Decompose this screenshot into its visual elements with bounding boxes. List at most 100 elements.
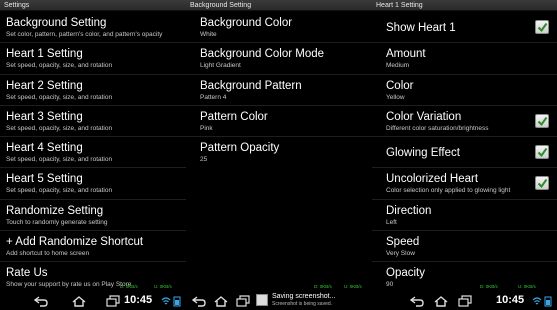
item-subtitle: Pink: [200, 124, 213, 132]
uncolorized-heart-item[interactable]: Uncolorized Heart Color selection only a…: [372, 168, 557, 200]
checkmark-icon: [537, 179, 548, 189]
add-randomize-shortcut-item[interactable]: + Add Randomize Shortcut Add shortcut to…: [0, 231, 186, 263]
clock: 10:45: [124, 294, 153, 306]
system-navbar: D: 0KB/s U: 0KB/s 10:45: [372, 284, 557, 310]
item-title: + Add Randomize Shortcut: [6, 236, 144, 249]
randomize-setting-item[interactable]: Randomize Setting Touch to randomly gene…: [0, 200, 186, 232]
color-variation-item[interactable]: Color Variation Different color saturati…: [372, 106, 557, 138]
item-title: Glowing Effect: [386, 147, 460, 160]
settings-panel: Settings Background Setting Set color, p…: [0, 0, 186, 310]
image-icon: [256, 294, 268, 306]
heart4-setting-item[interactable]: Heart 4 Setting Set speed, opacity, size…: [0, 137, 186, 169]
item-subtitle: Yellow: [386, 93, 405, 101]
glowing-effect-checkbox[interactable]: [535, 145, 549, 160]
item-subtitle: Very Slow: [386, 250, 415, 258]
heart3-setting-item[interactable]: Heart 3 Setting Set speed, opacity, size…: [0, 106, 186, 138]
clock: 10:45: [496, 294, 525, 306]
item-title: Heart 2 Setting: [6, 79, 83, 92]
pattern-opacity-item[interactable]: Pattern Opacity 25: [186, 137, 372, 168]
back-icon[interactable]: [34, 295, 48, 307]
item-subtitle: Pattern 4: [200, 93, 227, 101]
item-title: Randomize Setting: [6, 204, 104, 217]
item-subtitle: Set speed, opacity, size, and rotation: [6, 124, 113, 132]
heart1-setting-title: Heart 1 Setting: [372, 0, 557, 11]
item-title: Uncolorized Heart: [386, 173, 479, 186]
recent-apps-icon[interactable]: [236, 295, 250, 307]
item-subtitle: Set color, pattern, pattern's color, and…: [6, 31, 163, 38]
settings-list: Background Setting Set color, pattern, p…: [0, 12, 186, 294]
item-title: Heart 3 Setting: [6, 110, 83, 123]
back-icon[interactable]: [192, 295, 206, 307]
item-title: Color: [386, 79, 414, 92]
item-subtitle: Set speed, opacity, size, and rotation: [6, 187, 113, 195]
checkmark-icon: [537, 22, 548, 33]
background-setting-list: Background Color White Background Color …: [186, 12, 372, 168]
item-subtitle: Set speed, opacity, size, and rotation: [6, 156, 113, 164]
heart5-setting-item[interactable]: Heart 5 Setting Set speed, opacity, size…: [0, 168, 186, 200]
item-title: Color Variation: [386, 110, 462, 123]
item-subtitle: Light Gradient: [200, 62, 241, 70]
net-download: D: 0KB/s: [314, 284, 332, 289]
system-navbar: Saving screenshot... Screenshot is being…: [186, 284, 372, 310]
speed-item[interactable]: Speed Very Slow: [372, 231, 557, 263]
net-download: D: 0KB/s: [120, 284, 138, 289]
item-subtitle: 25: [200, 156, 208, 164]
item-subtitle: Left: [386, 218, 397, 226]
home-icon[interactable]: [434, 295, 448, 307]
settings-title: Settings: [0, 0, 186, 11]
background-color-mode-item[interactable]: Background Color Mode Light Gradient: [186, 43, 372, 75]
item-subtitle: White: [200, 31, 217, 38]
show-heart1-checkbox[interactable]: [535, 20, 549, 34]
wifi-icon: [161, 297, 171, 305]
amount-item[interactable]: Amount Medium: [372, 43, 557, 75]
color-variation-checkbox[interactable]: [535, 113, 549, 128]
wifi-icon: [532, 297, 542, 305]
background-setting-item[interactable]: Background Setting Set color, pattern, p…: [0, 12, 186, 44]
heart1-setting-item[interactable]: Heart 1 Setting Set speed, opacity, size…: [0, 43, 186, 75]
background-pattern-item[interactable]: Background Pattern Pattern 4: [186, 75, 372, 106]
item-title: Direction: [386, 204, 432, 217]
checkmark-icon: [537, 116, 548, 126]
background-setting-panel: Background Setting Background Color Whit…: [186, 0, 372, 310]
direction-item[interactable]: Direction Left: [372, 200, 557, 232]
color-item[interactable]: Color Yellow: [372, 75, 557, 106]
item-title: Pattern Color: [200, 110, 268, 123]
toast-title: Saving screenshot...: [272, 293, 336, 300]
item-title: Amount: [386, 48, 426, 61]
item-title: Background Color: [200, 17, 293, 29]
item-title: Rate Us: [6, 267, 48, 280]
item-title: Opacity: [386, 267, 425, 280]
background-color-item[interactable]: Background Color White: [186, 12, 372, 44]
glowing-effect-item[interactable]: Glowing Effect: [372, 137, 557, 169]
heart2-setting-item[interactable]: Heart 2 Setting Set speed, opacity, size…: [0, 75, 186, 106]
item-subtitle: Set speed, opacity, size, and rotation: [6, 62, 113, 70]
item-subtitle: Color selection only applied to glowing …: [386, 187, 511, 195]
item-title: Heart 5 Setting: [6, 173, 83, 186]
net-upload: U: 0KB/s: [344, 284, 362, 289]
show-heart1-item[interactable]: Show Heart 1: [372, 12, 557, 44]
pattern-color-item[interactable]: Pattern Color Pink: [186, 106, 372, 138]
net-upload: U: 0KB/s: [154, 284, 172, 289]
recent-apps-icon[interactable]: [106, 295, 120, 307]
system-navbar: D: 0KB/s U: 0KB/s 10:45: [0, 284, 186, 310]
item-title: Heart 1 Setting: [6, 48, 83, 61]
item-subtitle: Set speed, opacity, size, and rotation: [6, 93, 113, 101]
item-subtitle: Different color saturation/brightness: [386, 124, 489, 132]
item-subtitle: Touch to randomly generate setting: [6, 218, 108, 226]
item-title: Show Heart 1: [386, 22, 456, 34]
net-upload: U: 0KB/s: [518, 284, 536, 289]
home-icon[interactable]: [72, 295, 86, 307]
home-icon[interactable]: [214, 295, 228, 307]
uncolorized-heart-checkbox[interactable]: [535, 176, 549, 191]
battery-icon: [173, 296, 181, 307]
back-icon[interactable]: [410, 295, 424, 307]
toast-subtitle: Screenshot is being saved.: [272, 301, 333, 307]
battery-icon: [544, 296, 552, 307]
recent-apps-icon[interactable]: [458, 295, 472, 307]
net-download: D: 0KB/s: [480, 284, 498, 289]
item-title: Heart 4 Setting: [6, 142, 83, 155]
heart1-setting-panel: Heart 1 Setting Show Heart 1 Amount Medi…: [372, 0, 557, 310]
heart1-setting-list: Show Heart 1 Amount Medium Color Yellow …: [372, 12, 557, 294]
item-title: Background Color Mode: [200, 48, 325, 61]
item-title: Speed: [386, 236, 420, 249]
